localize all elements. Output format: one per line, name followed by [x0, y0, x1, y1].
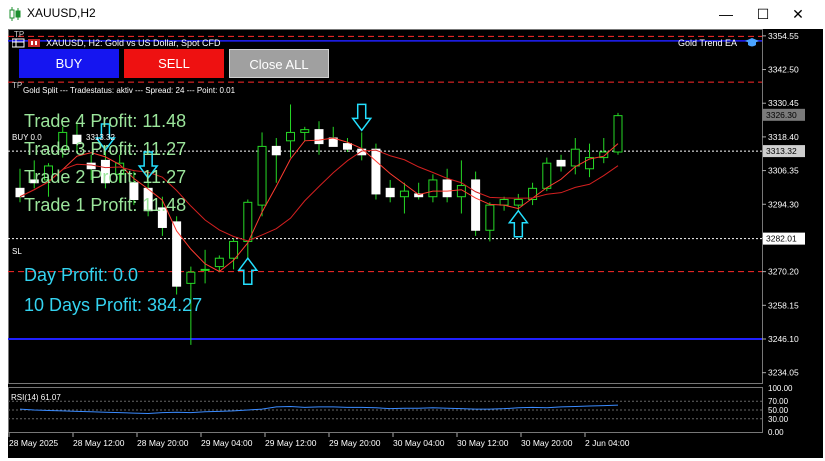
rsi-tick-label: 30.00: [768, 415, 789, 424]
trade3-profit: Trade 3 Profit: 11.27: [24, 139, 187, 159]
ten-days-profit: 10 Days Profit: 384.27: [24, 295, 203, 315]
sell-signal-arrow-icon: [351, 103, 373, 132]
candle-body: [399, 190, 409, 198]
candle-body: [471, 179, 481, 231]
candle-body: [286, 131, 296, 142]
rsi-tick-label: 50.00: [768, 406, 789, 415]
price-marker-label: 3282.01: [766, 234, 797, 244]
candle-body: [570, 148, 580, 167]
time-axis-label: 29 May 20:00: [329, 438, 381, 448]
rsi-label: RSI(14) 61.07: [11, 393, 61, 402]
buy-button[interactable]: BUY: [19, 49, 119, 78]
status-line: Gold Split --- Tradestatus: aktiv --- Sp…: [23, 86, 236, 95]
terminal-window: XAUUSD,H2 — ☐ ✕ 3354.55 3342.50 3330.45 331…: [0, 0, 825, 461]
buy-signal-arrow-icon: [507, 209, 529, 238]
candle-body: [314, 129, 324, 145]
candle-body: [357, 148, 367, 156]
time-axis-label: 28 May 2025: [9, 438, 58, 448]
candle-body: [342, 143, 352, 150]
candlestick-app-icon: [9, 7, 21, 21]
time-axis-label: 28 May 12:00: [73, 438, 125, 448]
candle-body: [371, 148, 381, 195]
maximize-button[interactable]: ☐: [748, 4, 778, 24]
rsi-line: [19, 404, 619, 415]
candle-body: [542, 162, 552, 189]
time-axis-label: 29 May 12:00: [265, 438, 317, 448]
time-axis-label: 30 May 12:00: [457, 438, 509, 448]
price-tick-label: 3306.35: [768, 166, 799, 176]
candle-body: [257, 145, 267, 206]
day-profit: Day Profit: 0.0: [24, 265, 139, 285]
price-tick-label: 3246.10: [768, 334, 799, 344]
price-tick-label: 3318.40: [768, 132, 799, 142]
price-marker-label: 3313.32: [766, 146, 797, 156]
trade1-profit: Trade 1 Profit: 11.48: [24, 195, 187, 215]
time-axis-label: 29 May 04:00: [201, 438, 253, 448]
candle-body: [428, 179, 438, 198]
rsi-tick-label: 70.00: [768, 397, 789, 406]
symbol-info: XAUUSD, H2: Gold vs US Dollar, Spot CFD: [46, 38, 221, 48]
price-tick-label: 3270.20: [768, 267, 799, 277]
candle-body: [442, 179, 452, 198]
sell-button[interactable]: SELL: [124, 49, 224, 78]
chart-area[interactable]: 3354.55 3342.50 3330.45 3318.40 3306.35 3294.…: [8, 29, 823, 458]
candle-body: [186, 271, 196, 284]
time-axis-label: 2 Jun 04:00: [585, 438, 630, 448]
candle-body: [485, 204, 495, 231]
rsi-tick-label: 0.00: [768, 428, 784, 437]
price-tick-label: 3294.30: [768, 199, 799, 209]
candle-body: [499, 199, 509, 206]
price-tick-label: 3330.45: [768, 98, 799, 108]
candle-body: [271, 145, 281, 156]
price-tick-label: 3258.15: [768, 300, 799, 310]
window-titlebar: XAUUSD,H2 — ☐ ✕: [0, 0, 825, 28]
rsi-tick-label: 100.00: [768, 384, 793, 393]
candle-body: [243, 201, 253, 242]
candle-body: [214, 257, 224, 268]
trade2-profit: Trade 2 Profit: 11.27: [24, 167, 187, 187]
candle-body: [229, 240, 239, 259]
candle-body: [556, 159, 566, 167]
time-axis-label: 28 May 20:00: [137, 438, 189, 448]
candle-body: [385, 187, 395, 198]
time-axis-label: 30 May 20:00: [521, 438, 573, 448]
window-title: XAUUSD,H2: [27, 6, 96, 20]
time-axis-label: 30 May 04:00: [393, 438, 445, 448]
close-window-button[interactable]: ✕: [783, 4, 813, 24]
tp-tag-2: TP: [12, 81, 23, 90]
price-tick-label: 3234.05: [768, 368, 799, 378]
minimize-button[interactable]: —: [711, 4, 741, 24]
candle-body: [300, 129, 310, 133]
price-tick-label: 3342.50: [768, 65, 799, 75]
trade4-profit: Trade 4 Profit: 11.48: [24, 111, 187, 131]
ea-name: Gold Trend EA: [678, 38, 738, 48]
close-all-button[interactable]: Close ALL: [229, 49, 329, 78]
sl-tag: SL: [12, 247, 22, 256]
price-marker-label: 3326.30: [766, 110, 797, 120]
candle-body: [513, 199, 523, 206]
candle-body: [200, 268, 210, 271]
price-tick-label: 3354.55: [768, 31, 799, 41]
